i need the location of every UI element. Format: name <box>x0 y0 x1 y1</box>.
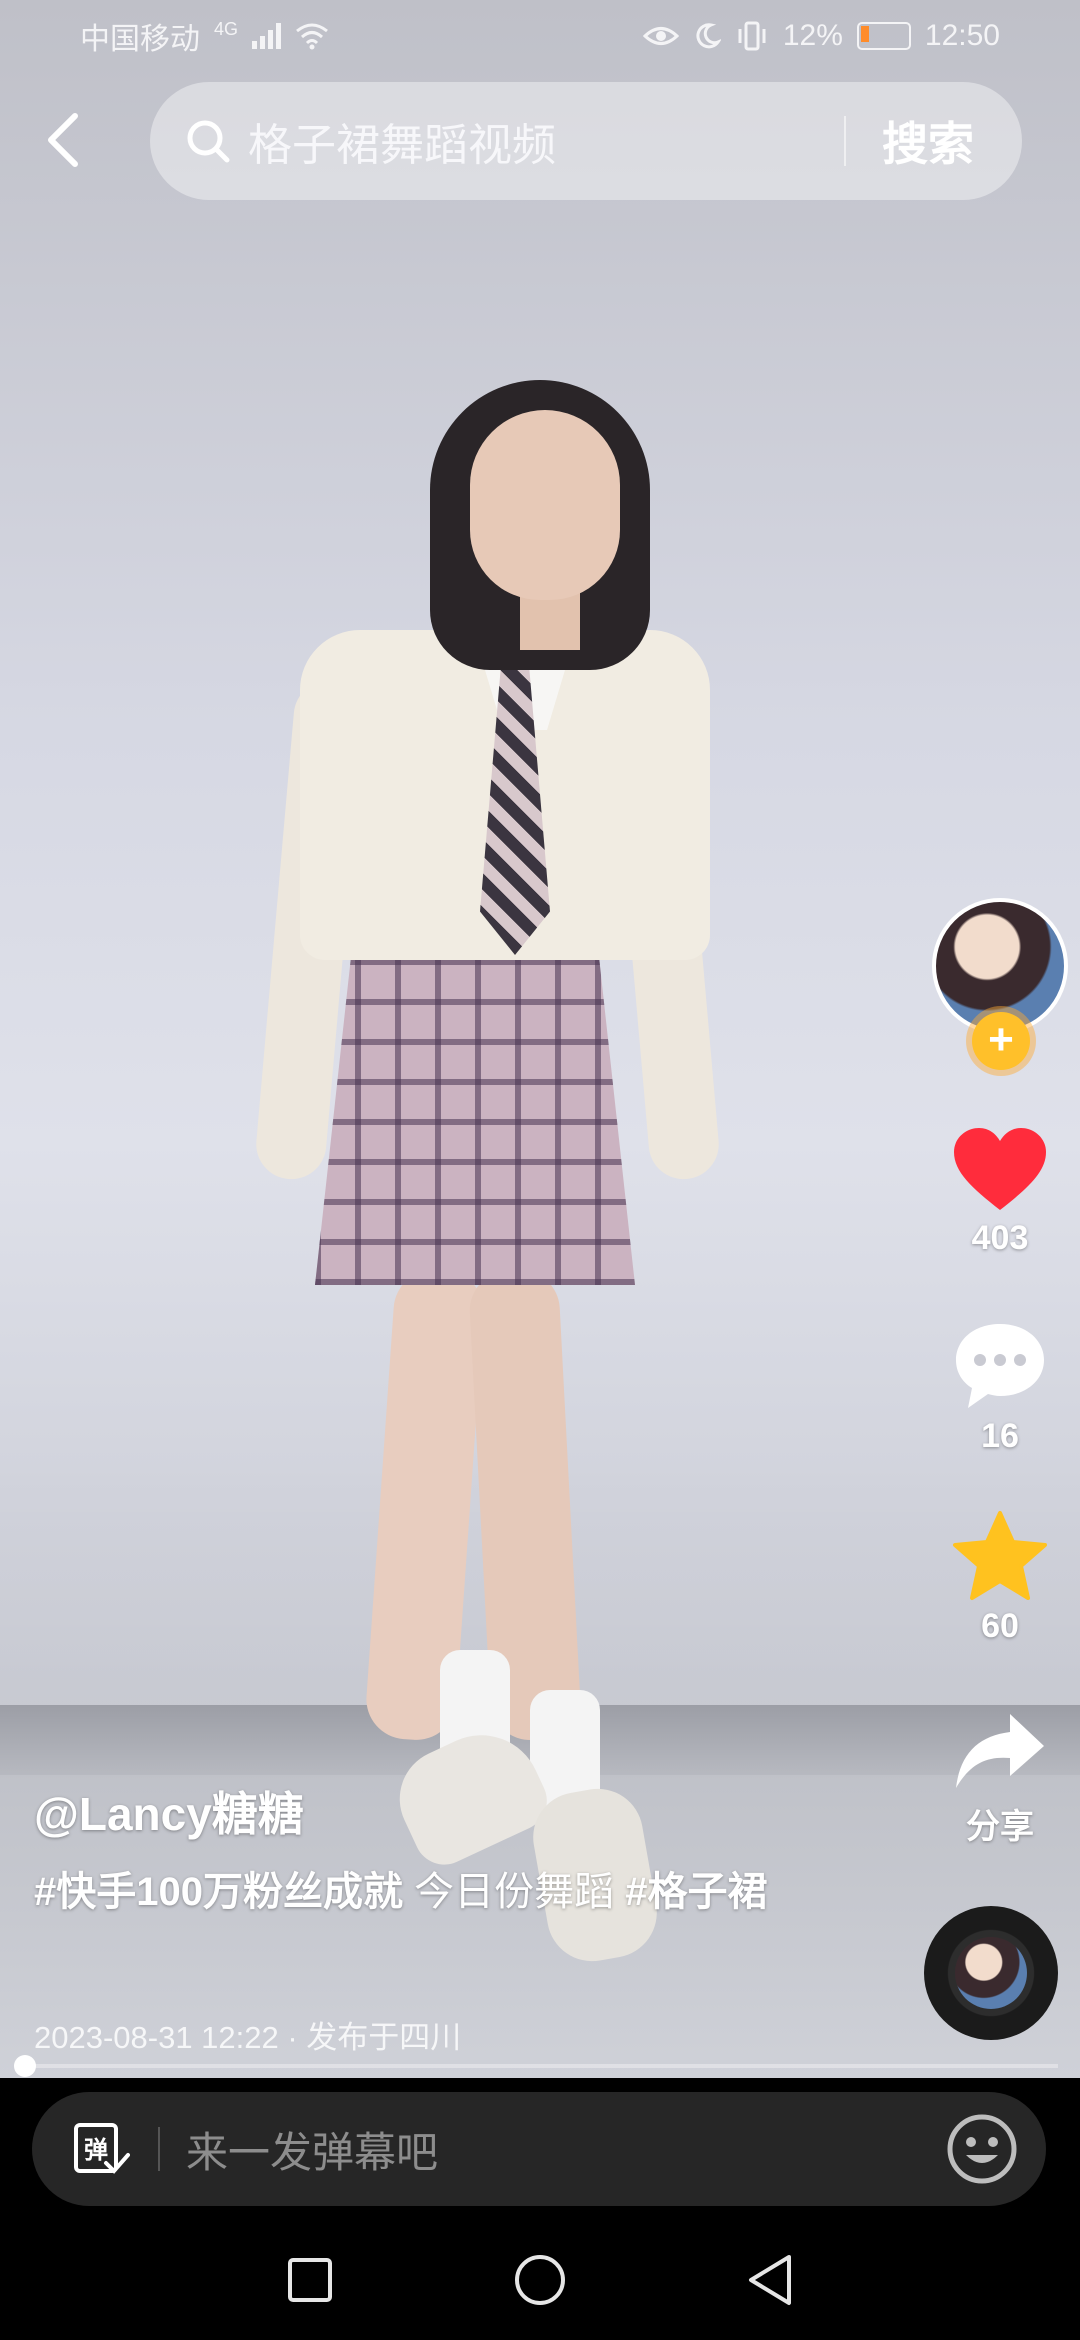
search-divider <box>844 116 846 166</box>
share-label: 分享 <box>966 1808 1034 1846</box>
network-type: 4G <box>214 18 239 39</box>
star-icon <box>953 1511 1047 1600</box>
circle-icon <box>515 2255 565 2305</box>
triangle-icon <box>749 2255 791 2305</box>
search-input[interactable]: 格子裙舞蹈视频 <box>248 109 844 173</box>
favorite-button[interactable]: 60 <box>920 1510 1080 1646</box>
post-description: #快手100万粉丝成就 今日份舞蹈 #格子裙 <box>34 1858 794 1926</box>
eye-comfort-icon <box>642 27 679 45</box>
emoji-icon[interactable] <box>946 2113 1018 2185</box>
back-icon <box>48 113 78 167</box>
danmaku-separator <box>158 2127 160 2171</box>
back-button[interactable] <box>38 105 88 175</box>
like-count: 403 <box>971 1219 1029 1257</box>
danmaku-input[interactable]: 来一发弹幕吧 <box>186 2119 946 2180</box>
system-nav-bar <box>0 2220 1080 2340</box>
heart-icon <box>954 1128 1046 1210</box>
follow-button[interactable]: + <box>972 1012 1030 1070</box>
system-back-button[interactable] <box>740 2250 800 2310</box>
share-icon <box>956 1714 1044 1788</box>
status-bar: 中国移动 4G 12% 12:50 <box>0 0 1080 72</box>
clock: 12:50 <box>924 19 1000 52</box>
author-name[interactable]: @Lancy糖糖 <box>34 1778 304 1844</box>
square-icon <box>288 2258 332 2302</box>
person-face <box>470 410 620 600</box>
hashtag-link[interactable]: #快手100万粉丝成就 <box>34 1870 403 1914</box>
home-button[interactable] <box>510 2250 570 2310</box>
carrier-label: 中国移动 <box>80 23 200 56</box>
share-button[interactable]: 分享 <box>920 1710 1080 1848</box>
wifi-icon <box>296 23 328 50</box>
comment-icon <box>956 1324 1044 1408</box>
music-disc-cover <box>955 1937 1027 2009</box>
recent-apps-button[interactable] <box>280 2250 340 2310</box>
video-progress-bar[interactable] <box>14 2055 1058 2077</box>
music-disc-button[interactable] <box>924 1906 1058 2040</box>
battery-percent: 12% <box>782 19 843 52</box>
moon-icon <box>696 23 721 49</box>
danmaku-icon[interactable]: 弹 <box>70 2119 130 2179</box>
search-button[interactable]: 搜索 <box>882 108 974 174</box>
progress-handle[interactable] <box>14 2055 37 2077</box>
search-bar[interactable]: 格子裙舞蹈视频 搜索 <box>150 82 1022 200</box>
battery-icon <box>856 22 911 50</box>
like-button[interactable]: 403 <box>920 1126 1080 1258</box>
danmaku-input-bar[interactable]: 弹 来一发弹幕吧 <box>32 2092 1046 2206</box>
post-meta: 2023-08-31 12:22 · 发布于四川 <box>34 2020 462 2055</box>
hashtag-link[interactable]: #格子裙 <box>625 1870 767 1914</box>
comment-count: 16 <box>981 1417 1019 1455</box>
comment-button[interactable]: 16 <box>920 1320 1080 1456</box>
vibrate-icon <box>738 21 766 51</box>
search-icon <box>186 119 230 163</box>
signal-icon <box>252 23 282 49</box>
danmaku-icon-text: 弹 <box>84 2136 108 2164</box>
video-player[interactable] <box>0 0 1080 2078</box>
description-text: 今日份舞蹈 <box>402 1870 626 1914</box>
person-plaid-skirt <box>315 935 635 1285</box>
favorite-count: 60 <box>981 1607 1019 1645</box>
